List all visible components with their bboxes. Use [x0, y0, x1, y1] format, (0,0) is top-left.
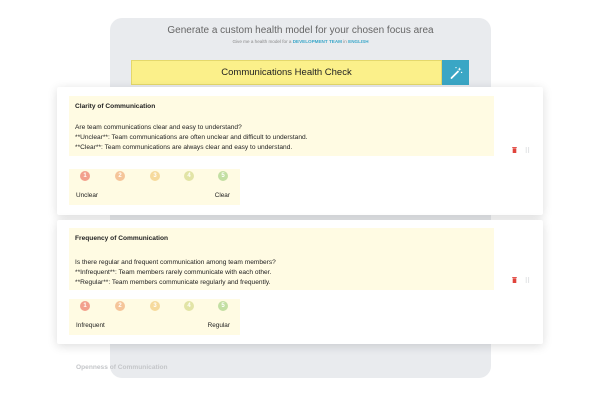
scale-low-label: Unclear [76, 192, 99, 199]
card-low-description: **Infrequent**: Team members rarely comm… [75, 269, 272, 276]
rating-option-4[interactable]: 4 [184, 301, 194, 311]
rating-scale: 1 2 3 4 5 Unclear Clear [69, 169, 240, 205]
drag-handle-icon[interactable] [525, 277, 530, 283]
rating-option-1[interactable]: 1 [80, 171, 90, 181]
card-low-description: **Unclear**: Team communications are oft… [75, 134, 308, 141]
health-card-frequency: Frequency of Communication Is there regu… [57, 220, 543, 344]
card-question: Is there regular and frequent communicat… [75, 259, 276, 266]
next-card-title: Openness of Communication [76, 364, 168, 371]
generate-button[interactable] [442, 60, 469, 85]
delete-icon[interactable] [512, 147, 517, 153]
rating-option-2[interactable]: 2 [115, 171, 125, 181]
rating-option-3[interactable]: 3 [150, 301, 160, 311]
team-type-link[interactable]: DEVELOPMENT TEAM [293, 39, 342, 44]
scale-high-label: Regular [207, 322, 230, 329]
card-question: Are team communications clear and easy t… [75, 124, 242, 131]
scale-low-label: Infrequent [76, 322, 105, 329]
generator-title: Generate a custom health model for your … [167, 25, 434, 36]
scale-high-label: Clear [214, 192, 230, 199]
health-card-clarity: Clarity of Communication Are team commun… [57, 87, 543, 215]
rating-option-5[interactable]: 5 [218, 171, 228, 181]
language-link[interactable]: ENGLISH [348, 39, 368, 44]
model-title-text: Communications Health Check [221, 67, 352, 78]
drag-handle-icon[interactable] [525, 147, 530, 153]
rating-scale: 1 2 3 4 5 Infrequent Regular [69, 299, 240, 335]
card-description-note: Clarity of Communication Are team commun… [69, 96, 494, 156]
rating-option-5[interactable]: 5 [218, 301, 228, 311]
card-title[interactable]: Clarity of Communication [75, 103, 155, 110]
subtitle-join: in [343, 39, 347, 44]
card-high-description: **Clear**: Team communications are alway… [75, 144, 293, 151]
card-high-description: **Regular**: Team members communicate re… [75, 279, 271, 286]
rating-option-3[interactable]: 3 [150, 171, 160, 181]
rating-option-1[interactable]: 1 [80, 301, 90, 311]
model-title-field[interactable]: Communications Health Check [131, 60, 442, 85]
card-title[interactable]: Frequency of Communication [75, 235, 168, 242]
card-description-note: Frequency of Communication Is there regu… [69, 228, 494, 290]
delete-icon[interactable] [512, 277, 517, 283]
subtitle-prefix: Give me a health model for a [232, 39, 292, 44]
rating-option-4[interactable]: 4 [184, 171, 194, 181]
magic-wand-icon [450, 66, 462, 79]
generator-subtitle: Give me a health model for a DEVELOPMENT… [110, 39, 491, 44]
rating-option-2[interactable]: 2 [115, 301, 125, 311]
